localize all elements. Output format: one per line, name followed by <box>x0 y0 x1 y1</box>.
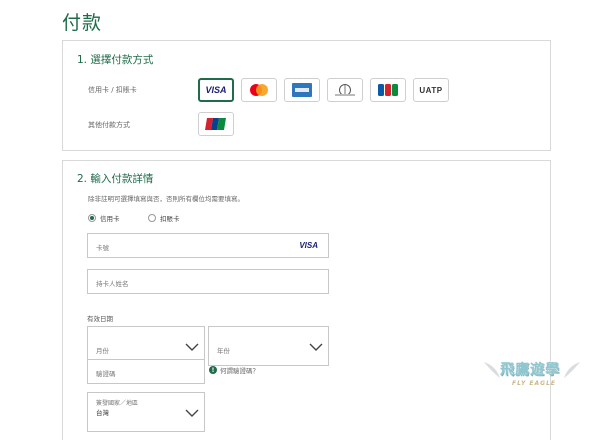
cvv-field[interactable]: 驗證碼 <box>87 359 205 384</box>
chevron-down-icon <box>309 343 323 351</box>
section-title-payment-details: 2. 輸入付款詳情 <box>77 173 154 185</box>
expiry-year-select[interactable]: 年份 <box>208 326 329 366</box>
month-placeholder: 月份 <box>96 347 109 355</box>
radio-debit-label: 扣賬卡 <box>160 215 180 223</box>
watermark-title: 飛鷹遊學 <box>500 362 560 378</box>
radio-unselected-icon <box>148 214 156 222</box>
card-number-placeholder: 卡號 <box>96 244 109 252</box>
mastercard-logo-icon <box>250 84 268 96</box>
page-title: 付款 <box>62 12 103 34</box>
watermark-logo: 飛鷹遊學 FLY EAGLE <box>482 352 582 400</box>
cardholder-name-field[interactable]: 持卡人姓名 <box>87 269 329 294</box>
visa-logo-icon: VISA <box>205 85 227 95</box>
credit-debit-label: 信用卡 / 扣賬卡 <box>88 86 137 94</box>
payment-method-section: 1. 選擇付款方式 信用卡 / 扣賬卡 其他付款方式 VISA UATP <box>62 40 551 151</box>
jcb-card-option[interactable] <box>370 78 406 102</box>
country-value: 台灣 <box>96 409 109 417</box>
other-payment-label: 其他付款方式 <box>88 121 130 129</box>
cvv-help-text: 何謂驗證碼？ <box>220 367 259 375</box>
cvv-help-link[interactable]: ! 何謂驗證碼？ <box>209 365 259 375</box>
question-icon: ! <box>209 366 217 374</box>
amex-card-option[interactable] <box>284 78 320 102</box>
section-title-payment-method: 1. 選擇付款方式 <box>77 54 154 66</box>
visa-brand-icon: VISA <box>299 241 318 250</box>
radio-credit-card[interactable]: 信用卡 <box>88 213 120 223</box>
expiry-date-label: 有效日期 <box>87 315 113 323</box>
year-placeholder: 年份 <box>217 347 230 355</box>
chevron-down-icon <box>185 409 199 417</box>
jcb-logo-icon <box>378 84 398 96</box>
mastercard-card-option[interactable] <box>241 78 277 102</box>
chevron-down-icon <box>185 343 199 351</box>
issuing-country-select[interactable]: 簽發國家／地區 台灣 <box>87 392 205 432</box>
visa-card-option[interactable]: VISA <box>198 78 234 102</box>
unionpay-option[interactable] <box>198 112 234 136</box>
cvv-placeholder: 驗證碼 <box>96 370 116 378</box>
diners-club-logo-icon <box>335 84 355 96</box>
amex-logo-icon <box>292 83 312 97</box>
diners-club-card-option[interactable] <box>327 78 363 102</box>
country-label: 簽發國家／地區 <box>96 400 139 407</box>
required-fields-note: 除非註明可選擇填寫與否，否則所有欄位均需要填寫。 <box>88 195 244 203</box>
watermark-subtitle: FLY EAGLE <box>512 380 557 387</box>
cardholder-name-placeholder: 持卡人姓名 <box>96 280 129 288</box>
radio-credit-label: 信用卡 <box>100 215 120 223</box>
uatp-logo-icon: UATP <box>419 85 443 95</box>
card-number-field[interactable]: 卡號 VISA <box>87 233 329 258</box>
radio-debit-card[interactable]: 扣賬卡 <box>148 213 180 223</box>
unionpay-logo-icon <box>205 118 226 130</box>
radio-selected-icon <box>88 214 96 222</box>
uatp-card-option[interactable]: UATP <box>413 78 449 102</box>
